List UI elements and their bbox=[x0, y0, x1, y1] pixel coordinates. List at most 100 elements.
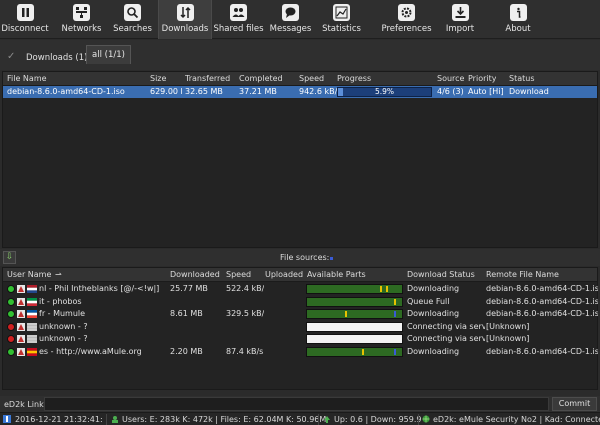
status-dot-icon bbox=[7, 322, 15, 331]
source-remote-file-name: [Unknown] bbox=[486, 321, 530, 331]
source-speed: 329.5 kB/ bbox=[226, 309, 265, 318]
col-source[interactable]: Source bbox=[437, 74, 464, 83]
sources-header: User Name ⇀ Downloaded Speed Uploaded Av… bbox=[3, 268, 597, 282]
source-downloaded: 25.77 MB bbox=[170, 284, 208, 293]
toolbar-import-button[interactable]: Import bbox=[438, 0, 482, 39]
col-transferred[interactable]: Transferred bbox=[185, 74, 230, 83]
toolbar-disconnect-button[interactable]: Disconnect bbox=[0, 0, 50, 39]
arrow-down-icon[interactable]: ⇩ bbox=[3, 251, 16, 264]
toolbar-messages-button[interactable]: Messages bbox=[265, 0, 316, 39]
dl-status: Download bbox=[509, 87, 549, 96]
source-user-name: it - phobos bbox=[39, 296, 82, 306]
download-row[interactable]: debian-8.6.0-amd64-CD-1.iso 629.00 M 32.… bbox=[3, 86, 597, 98]
source-user-name: fr - Mumule bbox=[39, 309, 86, 318]
toolbar-label: Disconnect bbox=[1, 24, 49, 34]
source-row[interactable]: nl - Phil Intheblanks [@/-<!w|] 25.77 MB 5… bbox=[3, 283, 598, 295]
part-marker bbox=[380, 286, 383, 292]
toolbar-label: Messages bbox=[269, 24, 312, 34]
toolbar-label: Downloads bbox=[161, 24, 209, 34]
source-download-status: Downloading bbox=[407, 309, 460, 318]
tab-all[interactable]: all (1/1) bbox=[86, 45, 131, 64]
source-remote-file-name: [Unknown] bbox=[486, 334, 530, 343]
ed2k-link-bar: eD2k Link: Commit bbox=[0, 396, 600, 412]
source-download-status: Queue Full bbox=[407, 296, 450, 306]
source-row[interactable]: unknown - ? Connecting via serve [Unknown] bbox=[3, 333, 597, 345]
client-icon bbox=[17, 335, 25, 343]
country-flag-icon bbox=[27, 285, 37, 293]
col-downloaded[interactable]: Downloaded bbox=[170, 270, 220, 279]
toolbar-downloads-button[interactable]: Downloads bbox=[158, 0, 212, 39]
col-progress[interactable]: Progress bbox=[337, 74, 371, 83]
client-icon bbox=[17, 322, 25, 331]
toolbar-statistics-button[interactable]: Statistics bbox=[316, 0, 367, 39]
users-icon bbox=[230, 4, 247, 21]
globe-icon bbox=[422, 415, 430, 423]
sort-arrow-icon: ⇀ bbox=[55, 270, 62, 279]
toolbar-about-button[interactable]: About bbox=[490, 0, 546, 39]
users-icon bbox=[112, 416, 118, 423]
available-parts-bar bbox=[306, 309, 403, 319]
col-download-status[interactable]: Download Status bbox=[407, 270, 475, 279]
transfer-icon bbox=[176, 4, 194, 21]
col-size[interactable]: Size bbox=[150, 74, 166, 83]
tab-downloads[interactable]: Downloads (1) bbox=[26, 53, 87, 63]
sources-table: User Name ⇀ Downloaded Speed Uploaded Av… bbox=[2, 267, 598, 390]
col-src-speed[interactable]: Speed bbox=[226, 270, 251, 279]
search-icon bbox=[124, 4, 141, 21]
col-completed[interactable]: Completed bbox=[239, 74, 283, 83]
source-row[interactable]: fr - Mumule 8.61 MB 329.5 kB/Downloading de… bbox=[3, 308, 598, 320]
status-dot-icon bbox=[7, 347, 15, 356]
dl-progress-text: 5.9% bbox=[374, 87, 395, 96]
available-parts-bar bbox=[306, 296, 403, 307]
source-remote-file-name: debian-8.6.0-amd64-CD-1.iso bbox=[486, 309, 598, 318]
import-icon bbox=[451, 4, 469, 21]
source-download-status: Connecting via serve bbox=[407, 334, 485, 343]
toolbar-preferences-button[interactable]: Preferences bbox=[375, 0, 438, 39]
toolbar-label: Import bbox=[445, 24, 475, 34]
col-status[interactable]: Status bbox=[509, 74, 535, 83]
col-available-parts[interactable]: Available Parts bbox=[307, 270, 366, 279]
chat-icon bbox=[282, 4, 299, 21]
source-user-name: nl - Phil Intheblanks [@/-<!w|] bbox=[39, 284, 160, 293]
country-flag-icon bbox=[27, 322, 37, 331]
col-user-name[interactable]: User Name bbox=[7, 270, 51, 279]
sources-bar: ⇩ File sources: bbox=[0, 249, 600, 266]
downloads-table: File Name Size Transferred Completed Spe… bbox=[2, 71, 598, 248]
part-marker bbox=[385, 286, 388, 292]
source-remote-file-name: debian-8.6.0-amd64-CD-1.iso bbox=[486, 284, 598, 293]
client-icon bbox=[17, 285, 25, 293]
part-marker bbox=[394, 348, 397, 355]
toolbar-label: About bbox=[505, 24, 531, 34]
toolbar-shared-files-button[interactable]: Shared files bbox=[212, 0, 265, 39]
toolbar-networks-button[interactable]: Networks bbox=[56, 0, 107, 39]
col-speed[interactable]: Speed bbox=[299, 74, 324, 83]
commit-button[interactable]: Commit bbox=[552, 397, 597, 411]
source-row[interactable]: it - phobos Queue Full debian-8.6.0-amd64-… bbox=[3, 296, 598, 308]
ed2k-link-input[interactable] bbox=[44, 397, 549, 411]
source-speed: 87.4 kB/s bbox=[226, 346, 264, 356]
available-parts-bar bbox=[306, 346, 403, 357]
main-toolbar: Disconnect Networks Searches Downloads Share… bbox=[0, 0, 600, 39]
ed2k-link-label: eD2k Link: bbox=[4, 400, 47, 409]
col-priority[interactable]: Priority bbox=[468, 74, 496, 83]
country-flag-icon bbox=[27, 297, 37, 306]
source-row[interactable]: unknown - ? Connecting via serve [Unknown] bbox=[3, 321, 597, 333]
col-remote-file-name[interactable]: Remote File Name bbox=[486, 270, 559, 279]
col-file-name[interactable]: File Name bbox=[7, 74, 47, 83]
country-flag-icon bbox=[27, 335, 37, 343]
status-up-down: Up: 0.6 | Down: 959.9 bbox=[334, 415, 422, 424]
toolbar-searches-button[interactable]: Searches bbox=[107, 0, 158, 39]
toolbar-label: Networks bbox=[61, 24, 102, 34]
dl-file-name: debian-8.6.0-amd64-CD-1.iso bbox=[7, 87, 125, 96]
country-flag-icon bbox=[27, 347, 37, 356]
check-icon[interactable]: ✓ bbox=[7, 51, 15, 62]
toolbar-label: Shared files bbox=[213, 24, 264, 34]
dl-size: 629.00 M bbox=[150, 87, 182, 96]
source-remote-file-name: debian-8.6.0-amd64-CD-1.iso bbox=[486, 346, 598, 356]
dl-speed: 942.6 kB/ bbox=[299, 87, 338, 96]
gear-icon bbox=[398, 4, 415, 21]
col-uploaded[interactable]: Uploaded bbox=[265, 270, 303, 279]
status-network: eD2k: eMule Security No2 | Kad: Connecte… bbox=[433, 415, 600, 424]
source-row[interactable]: es - http://www.aMule.org 2.20 MB 87.4 kB/… bbox=[3, 346, 598, 358]
client-icon bbox=[17, 347, 25, 356]
